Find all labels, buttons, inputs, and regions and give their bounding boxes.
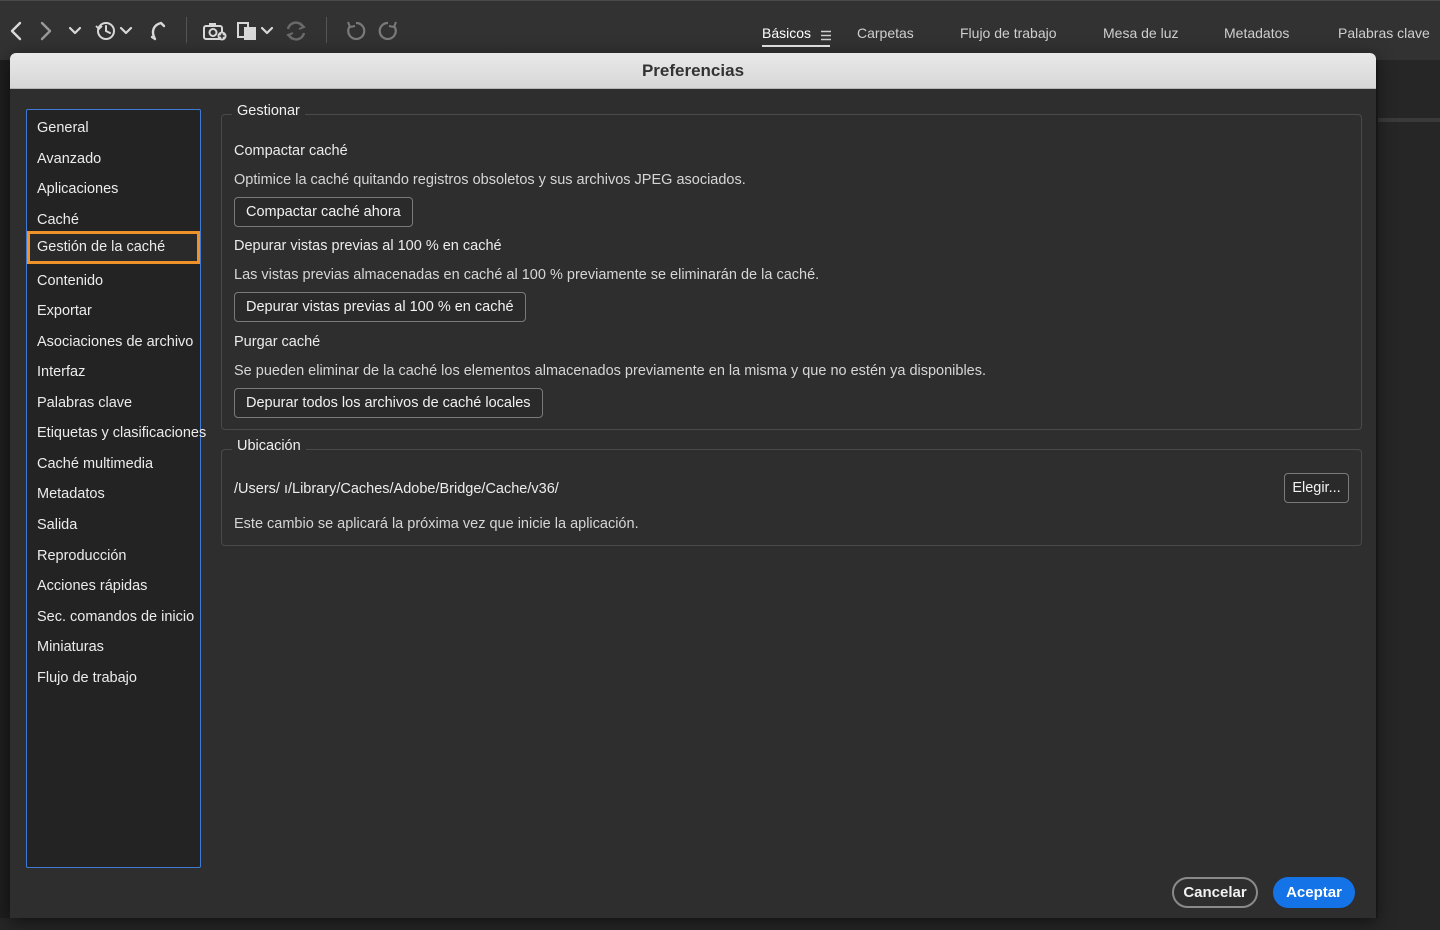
manage-group-legend: Gestionar: [232, 103, 305, 119]
preferences-dialog: Preferencias General Avanzado Aplicacion…: [10, 53, 1376, 918]
sidebar-item-etiquetas-y-clasificaciones[interactable]: Etiquetas y clasificaciones: [27, 418, 206, 448]
cache-location-path: /Users/ ı/Library/Caches/Adobe/Bridge/Ca…: [234, 481, 559, 497]
purge-100-previews-button[interactable]: Depurar vistas previas al 100 % en caché: [234, 292, 526, 322]
workspace-tab-metadatos[interactable]: Metadatos: [1224, 25, 1289, 41]
background-bottom-bar: [0, 918, 1440, 930]
toolbar-separator: [186, 17, 187, 43]
sidebar-item-gestion-de-la-cache[interactable]: Gestión de la caché: [27, 231, 200, 264]
boomerang-icon[interactable]: [146, 15, 168, 47]
dialog-titlebar: Preferencias: [10, 53, 1376, 89]
sidebar-item-interfaz[interactable]: Interfaz: [27, 357, 200, 387]
choose-location-button[interactable]: Elegir...: [1284, 473, 1349, 503]
rotate-left-icon[interactable]: [344, 15, 368, 47]
app-toolbar: Básicos Carpetas Flujo de trabajo Mesa d…: [0, 0, 1440, 60]
refine-icon[interactable]: [236, 15, 276, 47]
cancel-button[interactable]: Cancelar: [1172, 877, 1258, 908]
compact-cache-now-button[interactable]: Compactar caché ahora: [234, 197, 413, 227]
sidebar-item-acciones-rapidas[interactable]: Acciones rápidas: [27, 571, 200, 601]
sidebar-item-metadatos[interactable]: Metadatos: [27, 479, 200, 509]
sidebar-item-avanzado[interactable]: Avanzado: [27, 144, 200, 174]
sidebar-item-aplicaciones[interactable]: Aplicaciones: [27, 174, 200, 204]
ok-button[interactable]: Aceptar: [1273, 877, 1355, 908]
sidebar-item-salida[interactable]: Salida: [27, 510, 200, 540]
workspace-menu-icon[interactable]: [820, 28, 832, 46]
sidebar-item-miniaturas[interactable]: Miniaturas: [27, 632, 200, 662]
recent-folder-dropdown-icon[interactable]: [66, 15, 84, 47]
workspace-tab-mesa-de-luz[interactable]: Mesa de luz: [1103, 25, 1178, 41]
sidebar-item-asociaciones-de-archivo[interactable]: Asociaciones de archivo: [27, 327, 200, 357]
purge-100-previews-title: Depurar vistas previas al 100 % en caché: [234, 238, 502, 254]
workspace-tab-flujo-de-trabajo[interactable]: Flujo de trabajo: [960, 25, 1057, 41]
forward-icon[interactable]: [36, 15, 56, 47]
purge-cache-title: Purgar caché: [234, 334, 321, 350]
location-group-legend: Ubicación: [232, 438, 306, 454]
purge-cache-description: Se pueden eliminar de la caché los eleme…: [234, 363, 987, 379]
purge-all-local-cache-button[interactable]: Depurar todos los archivos de caché loca…: [234, 388, 543, 418]
background-panel: [1378, 60, 1440, 930]
sidebar-item-sec-comandos-de-inicio[interactable]: Sec. comandos de inicio: [27, 602, 200, 632]
sidebar-item-flujo-de-trabajo[interactable]: Flujo de trabajo: [27, 663, 200, 693]
sidebar-item-general[interactable]: General: [27, 113, 200, 143]
compact-cache-description: Optimice la caché quitando registros obs…: [234, 172, 746, 188]
purge-100-previews-description: Las vistas previas almacenadas en caché …: [234, 267, 820, 283]
location-group: Ubicación /Users/ ı/Library/Caches/Adobe…: [221, 438, 1362, 546]
workspace-active-underline: [762, 45, 830, 47]
workspace-tab-palabras-clave[interactable]: Palabras clave: [1338, 25, 1430, 41]
background-divider: [1378, 118, 1440, 122]
back-icon[interactable]: [6, 15, 26, 47]
dialog-title: Preferencias: [641, 60, 745, 80]
sidebar-item-cache-multimedia[interactable]: Caché multimedia: [27, 449, 200, 479]
sidebar-item-exportar[interactable]: Exportar: [27, 296, 200, 326]
rotate-icon: [284, 15, 308, 47]
camera-import-icon[interactable]: [202, 15, 228, 47]
location-change-note: Este cambio se aplicará la próxima vez q…: [234, 516, 639, 532]
sidebar-item-palabras-clave[interactable]: Palabras clave: [27, 388, 200, 418]
toolbar-separator: [326, 17, 327, 43]
workspace-tab-carpetas[interactable]: Carpetas: [857, 25, 914, 41]
compact-cache-title: Compactar caché: [234, 143, 348, 159]
preferences-category-list[interactable]: General Avanzado Aplicaciones Caché Gest…: [26, 109, 206, 868]
history-icon[interactable]: [94, 15, 136, 47]
manage-group: Gestionar Compactar caché Optimice la ca…: [221, 103, 1362, 430]
sidebar-item-contenido[interactable]: Contenido: [27, 266, 200, 296]
rotate-right-icon[interactable]: [376, 15, 400, 47]
workspace-tab-basicos[interactable]: Básicos: [762, 25, 811, 41]
sidebar-item-reproduccion[interactable]: Reproducción: [27, 541, 200, 571]
